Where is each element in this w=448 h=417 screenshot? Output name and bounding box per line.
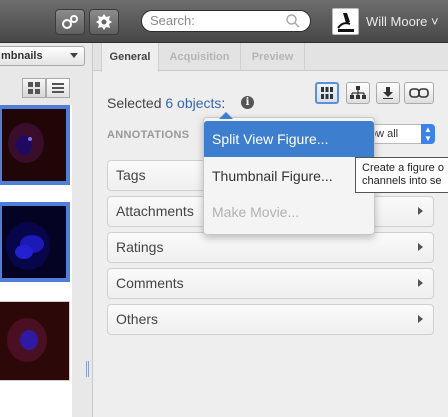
chevron-right-icon (418, 279, 423, 287)
selection-prefix: Selected (107, 95, 166, 111)
section-label: Attachments (116, 203, 194, 219)
tab-preview[interactable]: Preview (241, 43, 305, 71)
hierarchy-button[interactable] (346, 82, 370, 104)
thumbnail-grid (0, 105, 72, 417)
grid-view-toggle[interactable] (22, 78, 46, 98)
gears-icon (62, 15, 78, 29)
microscope-avatar-icon (336, 12, 354, 32)
user-menu[interactable]: Will Moore ˅ (366, 14, 439, 29)
grid-view-icon (28, 82, 40, 94)
search-placeholder: Search: (150, 13, 195, 28)
thumbnail-image-1[interactable] (0, 105, 70, 185)
list-view-icon (52, 83, 64, 93)
annotations-filter-select[interactable]: ow all ▲ ▼ (365, 124, 435, 144)
selection-summary: Selected 6 objects: (107, 95, 225, 111)
view-select-label: mbnails (1, 50, 43, 62)
section-label: Comments (116, 275, 184, 291)
section-label: Tags (116, 167, 146, 183)
tab-bar: General Acquisition Preview (93, 43, 448, 72)
search-input[interactable]: Search: (141, 10, 311, 32)
panel-resize-handle[interactable] (86, 361, 89, 377)
settings-button[interactable] (89, 9, 119, 35)
list-view-toggle[interactable] (46, 78, 70, 98)
section-comments[interactable]: Comments (107, 268, 434, 299)
scripts-button[interactable] (55, 9, 85, 35)
menu-item-split-view-figure[interactable]: Split View Figure... (204, 121, 374, 157)
link-icon (409, 88, 429, 98)
section-label: Others (116, 311, 159, 327)
download-icon (383, 87, 393, 99)
figure-dropdown-menu: Split View Figure... Thumbnail Figure...… (203, 117, 375, 235)
hierarchy-icon (350, 86, 366, 99)
menu-caret (219, 112, 233, 119)
link-button[interactable] (404, 82, 434, 104)
selection-suffix: : (221, 95, 226, 111)
chevron-down-icon (70, 53, 78, 58)
tooltip-line-2: channels into se (362, 175, 442, 187)
top-bar: Search: Will Moore ˅ (0, 0, 448, 43)
annotations-heading: ANNOTATIONS (107, 129, 190, 141)
thumbnail-view-select[interactable]: mbnails (0, 46, 85, 66)
menu-item-make-movie: Make Movie... (212, 204, 300, 220)
section-others[interactable]: Others (107, 304, 434, 335)
thumbnail-image-2[interactable] (0, 202, 70, 282)
section-ratings[interactable]: Ratings (107, 232, 434, 263)
chevron-right-icon (418, 243, 423, 251)
search-icon[interactable] (286, 14, 300, 28)
section-label: Ratings (116, 239, 164, 255)
chevron-right-icon (418, 207, 423, 215)
menu-item-thumbnail-figure[interactable]: Thumbnail Figure... (204, 158, 374, 194)
select-stepper-icon: ▲ ▼ (421, 124, 435, 144)
figure-button[interactable] (315, 82, 339, 104)
avatar[interactable] (332, 8, 359, 35)
selection-count: 6 objects (165, 95, 222, 111)
settings-cog-icon (96, 14, 112, 30)
tooltip: Create a figure o channels into se (355, 157, 448, 193)
tooltip-line-1: Create a figure o (362, 162, 444, 174)
thumbnail-image-3[interactable] (0, 301, 70, 381)
chevron-right-icon (418, 315, 423, 323)
tab-general[interactable]: General (101, 43, 159, 72)
download-button[interactable] (376, 82, 400, 104)
figure-grid-icon (321, 87, 333, 99)
left-panel: mbnails (0, 43, 93, 417)
tab-acquisition[interactable]: Acquisition (159, 43, 241, 71)
info-icon[interactable]: i (241, 96, 254, 109)
